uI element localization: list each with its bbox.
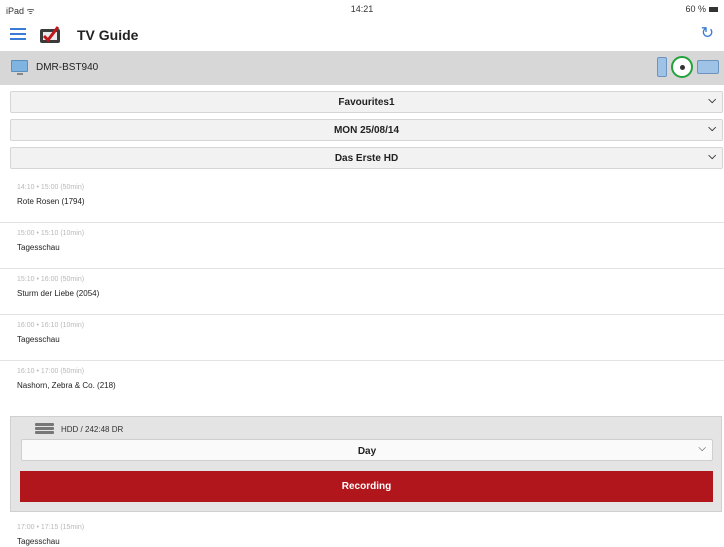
program-item[interactable]: 16:00 • 16:10 (10min) Tagesschau bbox=[0, 315, 724, 361]
favourites-select[interactable]: Favourites1 ⌵ bbox=[10, 91, 723, 113]
program-time: 15:00 • 15:10 (10min) bbox=[17, 230, 85, 237]
program-time: 14:10 • 15:00 (50min) bbox=[17, 184, 85, 191]
hamburger-menu-icon[interactable] bbox=[10, 28, 26, 40]
program-title: Nashorn, Zebra & Co. (218) bbox=[17, 381, 116, 390]
recording-frequency-label: Day bbox=[357, 446, 377, 457]
connection-status-icon[interactable] bbox=[671, 56, 693, 78]
program-title: Tagesschau bbox=[17, 243, 60, 252]
program-time: 16:00 • 16:10 (10min) bbox=[17, 322, 85, 329]
program-item[interactable]: 15:10 • 16:00 (50min) Sturm der Liebe (2… bbox=[0, 269, 724, 315]
chevron-down-icon: ⌵ bbox=[708, 123, 716, 134]
remote-icon[interactable] bbox=[657, 57, 667, 77]
tv-guide-logo-icon bbox=[40, 26, 60, 43]
program-title: Tagesschau bbox=[17, 335, 60, 344]
hdd-icon bbox=[35, 423, 54, 435]
channel-select[interactable]: Das Erste HD ⌵ bbox=[10, 147, 723, 169]
program-title: Tagesschau bbox=[17, 537, 60, 546]
recording-panel: HDD / 242:48 DR Day ⌵ Recording bbox=[10, 416, 722, 512]
battery-indicator: 60 % bbox=[685, 4, 718, 14]
television-icon[interactable] bbox=[697, 60, 719, 74]
program-item[interactable]: 14:10 • 15:00 (50min) Rote Rosen (1794) bbox=[0, 177, 724, 223]
program-item[interactable]: 15:00 • 15:10 (10min) Tagesschau bbox=[0, 223, 724, 269]
program-time: 17:00 • 17:15 (15min) bbox=[17, 524, 85, 531]
battery-icon bbox=[709, 6, 718, 12]
recording-button[interactable]: Recording bbox=[20, 471, 713, 502]
hdd-storage-label: HDD / 242:48 DR bbox=[61, 425, 124, 434]
device-name: DMR-BST940 bbox=[36, 62, 99, 73]
page-title: TV Guide bbox=[77, 27, 139, 43]
favourites-select-label: Favourites1 bbox=[338, 97, 395, 108]
nav-bar: TV Guide ↻ bbox=[0, 18, 724, 51]
chevron-down-icon: ⌵ bbox=[708, 95, 716, 106]
tv-icon bbox=[11, 60, 28, 75]
refresh-icon[interactable]: ↻ bbox=[701, 26, 714, 42]
date-select-label: MON 25/08/14 bbox=[333, 125, 400, 136]
battery-label: 60 % bbox=[685, 4, 706, 14]
device-bar[interactable]: DMR-BST940 bbox=[0, 51, 724, 85]
status-bar: iPad ᯤ 14:21 60 % bbox=[0, 0, 724, 18]
chevron-down-icon: ⌵ bbox=[698, 443, 706, 454]
program-title: Sturm der Liebe (2054) bbox=[17, 289, 100, 298]
program-time: 15:10 • 16:00 (50min) bbox=[17, 276, 85, 283]
status-time: 14:21 bbox=[350, 4, 374, 14]
program-title: Rote Rosen (1794) bbox=[17, 197, 85, 206]
program-item[interactable]: 17:00 • 17:15 (15min) Tagesschau bbox=[0, 517, 724, 547]
program-item-selected[interactable]: 16:10 • 17:00 (50min) Nashorn, Zebra & C… bbox=[0, 361, 724, 407]
date-select[interactable]: MON 25/08/14 ⌵ bbox=[10, 119, 723, 141]
chevron-down-icon: ⌵ bbox=[708, 151, 716, 162]
recording-frequency-select[interactable]: Day ⌵ bbox=[21, 439, 713, 461]
program-time: 16:10 • 17:00 (50min) bbox=[17, 368, 85, 375]
channel-select-label: Das Erste HD bbox=[334, 153, 399, 164]
